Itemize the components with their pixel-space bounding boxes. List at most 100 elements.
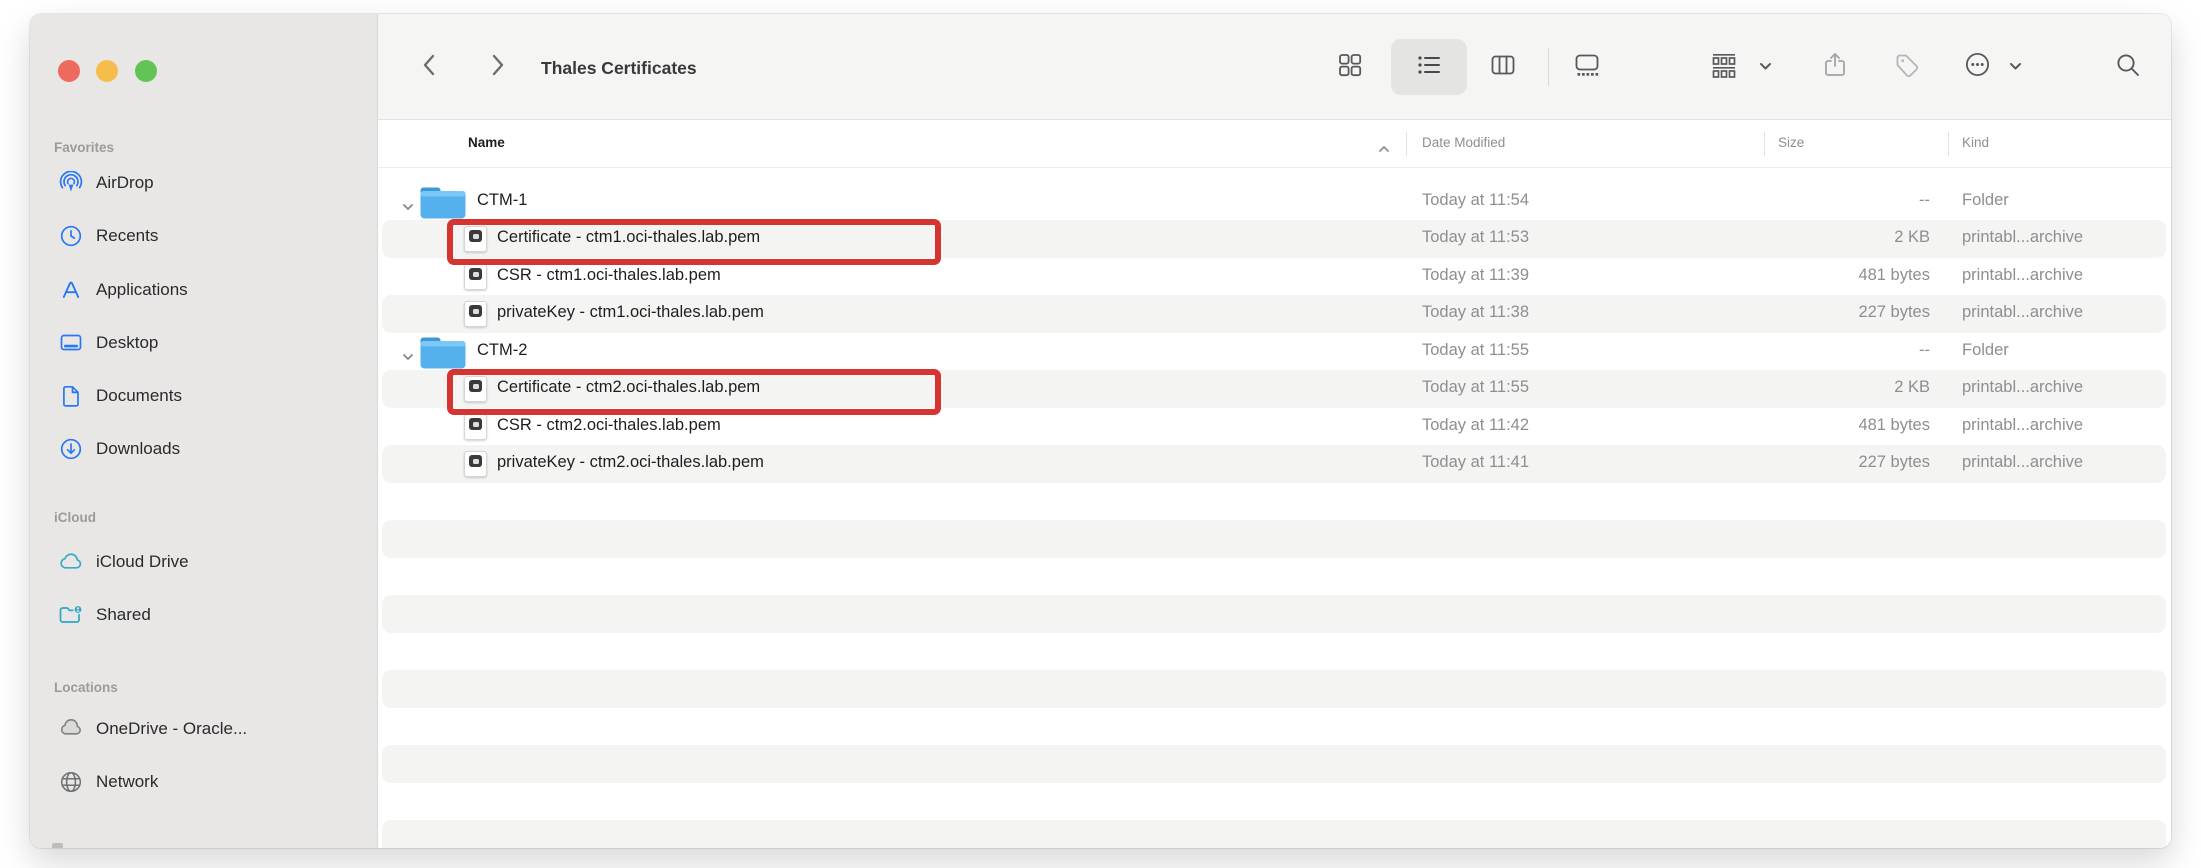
column-header-size[interactable]: Size — [1778, 135, 1804, 150]
search-button[interactable] — [2102, 41, 2154, 93]
cloud-icon — [58, 549, 84, 575]
sidebar-item-recents[interactable]: Recents — [44, 215, 364, 257]
sidebar-item-label: Recents — [96, 226, 158, 246]
grid-view-icon — [1337, 52, 1363, 83]
shared-folder-icon — [58, 602, 84, 628]
pem-file-icon — [464, 226, 487, 252]
sidebar-item-downloads[interactable]: Downloads — [44, 428, 364, 470]
row-size: -- — [1758, 341, 1930, 360]
icon-view-button[interactable] — [1324, 41, 1376, 93]
table-row[interactable]: privateKey - ctm1.oci-thales.lab.pem Tod… — [378, 295, 2171, 333]
sidebar-section-icloud: iCloud — [54, 510, 96, 525]
row-kind: printabl...archive — [1962, 416, 2083, 435]
table-row[interactable]: CSR - ctm1.oci-thales.lab.pem Today at 1… — [378, 258, 2171, 296]
share-button[interactable] — [1809, 41, 1861, 93]
sidebar-item-label: Downloads — [96, 439, 180, 459]
desktop-icon — [58, 330, 84, 356]
sidebar-item-icloud-drive[interactable]: iCloud Drive — [44, 541, 364, 583]
table-row[interactable]: CTM-1 Today at 11:54 -- Folder — [378, 183, 2171, 221]
row-date: Today at 11:55 — [1422, 378, 1529, 397]
list-view-icon — [1416, 52, 1442, 83]
empty-row-stripe — [382, 820, 2166, 848]
sidebar-item-label: OneDrive - Oracle... — [96, 719, 247, 739]
sidebar-item-label: Applications — [96, 280, 188, 300]
group-by-chevron[interactable] — [1750, 41, 1780, 93]
disclosure-chevron-icon[interactable] — [402, 348, 414, 366]
close-window-button[interactable] — [58, 60, 80, 82]
gallery-view-button[interactable] — [1561, 41, 1613, 93]
forward-button[interactable] — [471, 41, 523, 93]
row-name: Certificate - ctm2.oci-thales.lab.pem — [497, 378, 760, 397]
row-name: CSR - ctm2.oci-thales.lab.pem — [497, 416, 721, 435]
row-size: 481 bytes — [1758, 266, 1930, 285]
sidebar-item-shared[interactable]: Shared — [44, 594, 364, 636]
table-row[interactable]: CSR - ctm2.oci-thales.lab.pem Today at 1… — [378, 408, 2171, 446]
row-kind: Folder — [1962, 191, 2009, 210]
table-row[interactable]: Certificate - ctm2.oci-thales.lab.pem To… — [378, 370, 2171, 408]
column-resize-handle[interactable] — [1764, 132, 1765, 156]
chevron-left-icon — [417, 52, 443, 83]
column-resize-handle[interactable] — [1406, 132, 1407, 156]
column-view-button[interactable] — [1477, 41, 1529, 93]
row-size: 2 KB — [1758, 378, 1930, 397]
back-button[interactable] — [404, 41, 456, 93]
sidebar-item-airdrop[interactable]: AirDrop — [44, 162, 364, 204]
pem-file-icon — [464, 264, 487, 290]
list-view-button[interactable] — [1403, 41, 1455, 93]
toolbar: Thales Certificates — [378, 14, 2171, 120]
more-options-icon — [1964, 51, 1991, 83]
pem-file-icon — [464, 301, 487, 327]
sidebar-item-desktop[interactable]: Desktop — [44, 322, 364, 364]
sidebar-item-applications[interactable]: Applications — [44, 269, 364, 311]
row-date: Today at 11:38 — [1422, 303, 1529, 322]
row-kind: printabl...archive — [1962, 378, 2083, 397]
tags-section-cutoff — [52, 843, 63, 848]
globe-icon — [58, 769, 84, 795]
row-date: Today at 11:42 — [1422, 416, 1529, 435]
sidebar-item-label: AirDrop — [96, 173, 154, 193]
group-by-icon — [1711, 52, 1737, 83]
search-icon — [2115, 52, 2141, 83]
row-name: privateKey - ctm1.oci-thales.lab.pem — [497, 303, 764, 322]
disclosure-chevron-icon[interactable] — [402, 198, 414, 216]
column-header-date[interactable]: Date Modified — [1422, 135, 1505, 150]
folder-icon — [420, 186, 466, 224]
row-name: CTM-2 — [477, 341, 527, 360]
sidebar-item-label: Shared — [96, 605, 151, 625]
sidebar-item-onedrive[interactable]: OneDrive - Oracle... — [44, 708, 364, 750]
row-kind: printabl...archive — [1962, 453, 2083, 472]
row-size: 481 bytes — [1758, 416, 1930, 435]
sidebar-item-documents[interactable]: Documents — [44, 375, 364, 417]
sidebar-section-locations: Locations — [54, 680, 118, 695]
minimize-window-button[interactable] — [96, 60, 118, 82]
more-options-button[interactable] — [1951, 41, 2003, 93]
row-name: CSR - ctm1.oci-thales.lab.pem — [497, 266, 721, 285]
row-kind: printabl...archive — [1962, 303, 2083, 322]
gallery-view-icon — [1574, 52, 1600, 83]
folder-icon — [420, 336, 466, 374]
group-by-button[interactable] — [1698, 41, 1750, 93]
column-header-name[interactable]: Name — [468, 135, 505, 150]
document-icon — [58, 383, 84, 409]
table-row[interactable]: Certificate - ctm1.oci-thales.lab.pem To… — [378, 220, 2171, 258]
table-row[interactable]: privateKey - ctm2.oci-thales.lab.pem Tod… — [378, 445, 2171, 483]
column-resize-handle[interactable] — [1948, 132, 1949, 156]
app-store-icon — [58, 277, 84, 303]
zoom-window-button[interactable] — [135, 60, 157, 82]
airdrop-icon — [58, 170, 84, 196]
row-kind: printabl...archive — [1962, 228, 2083, 247]
more-options-chevron[interactable] — [2000, 41, 2030, 93]
tag-button[interactable] — [1881, 41, 1933, 93]
download-icon — [58, 436, 84, 462]
onedrive-cloud-icon — [58, 716, 84, 742]
table-row[interactable]: CTM-2 Today at 11:55 -- Folder — [378, 333, 2171, 371]
row-date: Today at 11:54 — [1422, 191, 1529, 210]
chevron-down-icon — [2009, 58, 2022, 76]
toolbar-divider — [1548, 48, 1549, 86]
column-header-kind[interactable]: Kind — [1962, 135, 1989, 150]
sidebar-item-network[interactable]: Network — [44, 761, 364, 803]
sidebar-section-favorites: Favorites — [54, 140, 114, 155]
pem-file-icon — [464, 376, 487, 402]
row-date: Today at 11:53 — [1422, 228, 1529, 247]
row-size: 227 bytes — [1758, 453, 1930, 472]
